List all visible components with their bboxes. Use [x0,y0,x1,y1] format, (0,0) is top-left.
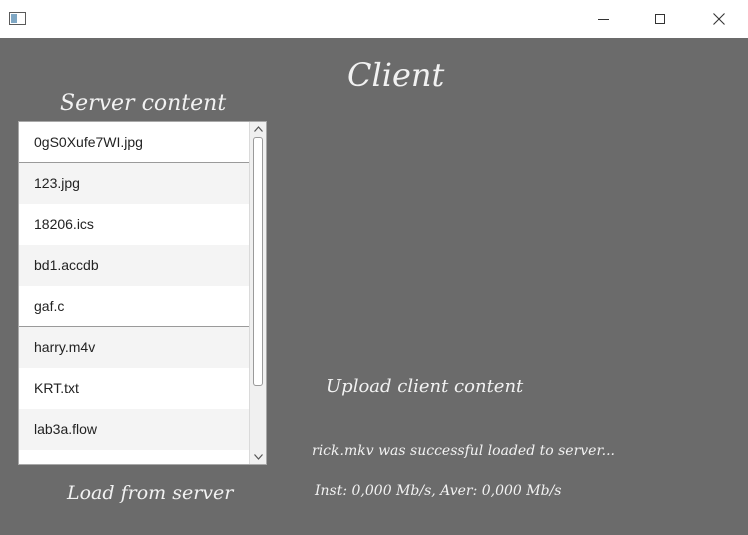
chevron-down-icon [253,454,263,460]
load-from-server-button[interactable]: Load from server [67,482,233,504]
transfer-speed-readout: Inst: 0,000 Mb/s, Aver: 0,000 Mb/s [315,483,562,499]
list-scrollbar[interactable] [249,122,266,464]
list-item[interactable]: lab3a.flow [19,409,250,450]
scrollbar-thumb[interactable] [253,137,263,386]
page-title: Client [347,56,445,94]
list-item[interactable]: rick.mkv [19,450,250,464]
chevron-up-icon [253,126,263,132]
title-bar [0,0,748,38]
scroll-up-button[interactable] [250,122,266,136]
file-list-items: 0gS0Xufe7WI.jpg 123.jpg 18206.ics bd1.accdb… [19,122,250,464]
maximize-button[interactable] [637,0,683,38]
list-item[interactable]: 0gS0Xufe7WI.jpg [19,122,250,163]
server-file-list[interactable]: 0gS0Xufe7WI.jpg 123.jpg 18206.ics bd1.accdb… [18,121,267,465]
list-item[interactable]: KRT.txt [19,368,250,409]
close-button[interactable] [696,0,742,38]
list-item[interactable]: bd1.accdb [19,245,250,286]
server-content-label: Server content [60,91,227,116]
maximize-icon [655,14,665,24]
list-item[interactable]: 18206.ics [19,204,250,245]
app-window-icon [9,12,26,25]
minimize-button[interactable] [580,0,626,38]
close-icon [713,13,725,25]
minimize-icon [597,18,609,20]
list-item[interactable]: 123.jpg [19,163,250,204]
upload-client-content-button[interactable]: Upload client content [326,376,523,397]
status-message: rick.mkv was successful loaded to server… [312,443,615,459]
list-item[interactable]: harry.m4v [19,327,250,368]
list-item[interactable]: gaf.c [19,286,250,327]
scroll-down-button[interactable] [250,450,266,464]
